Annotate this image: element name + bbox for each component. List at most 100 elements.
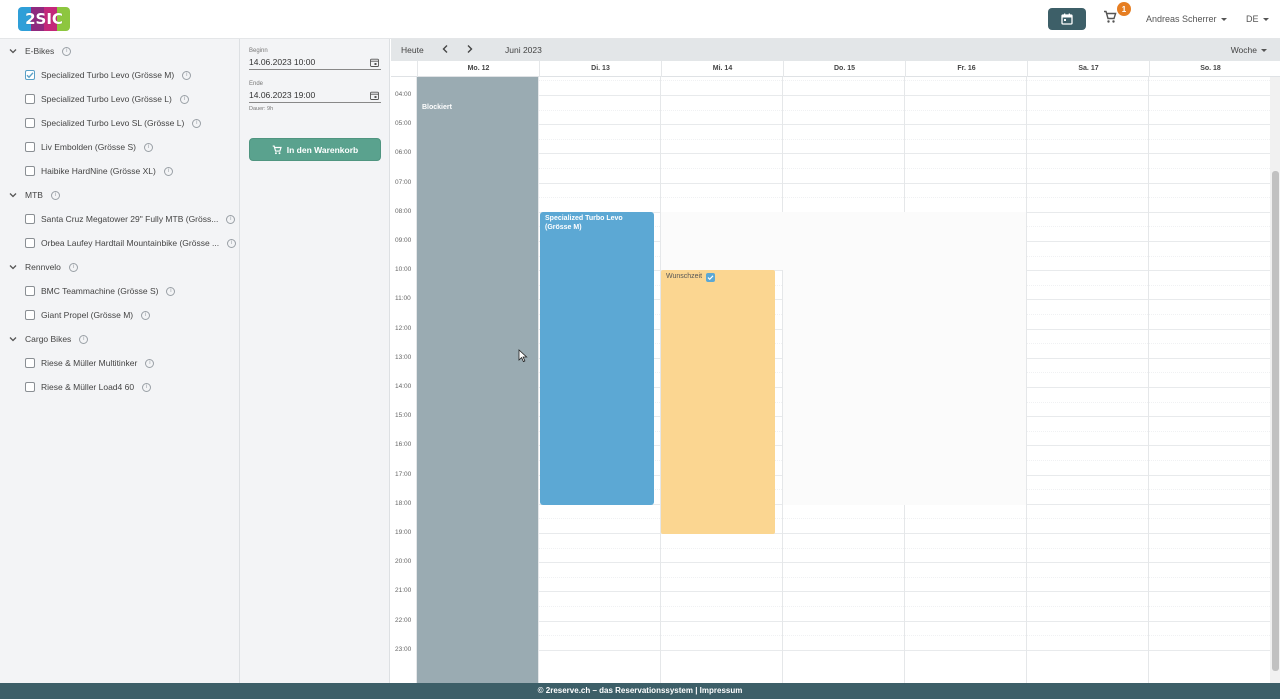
footer: © 2reserve.ch – das Reservationssystem |…: [0, 683, 1280, 699]
checkbox[interactable]: [25, 310, 35, 320]
tree-group-label: E-Bikes: [25, 46, 55, 56]
info-icon[interactable]: i: [182, 70, 192, 80]
tree-item[interactable]: Giant Propel (Grösse M) i: [25, 307, 151, 323]
tree-item[interactable]: Riese & Müller Load4 60 i: [25, 379, 152, 395]
tree-group-label: Rennvelo: [25, 262, 61, 272]
hour-label: 13:00: [395, 353, 412, 361]
info-icon[interactable]: i: [62, 46, 72, 56]
available-slot[interactable]: [783, 212, 1026, 505]
checkbox[interactable]: [25, 118, 35, 128]
info-icon[interactable]: i: [143, 142, 153, 152]
checkbox[interactable]: [25, 214, 35, 224]
hour-label: 08:00: [395, 207, 412, 215]
chevron-down-icon: [1220, 18, 1227, 22]
add-to-cart-label: In den Warenkorb: [286, 144, 359, 155]
chevron-right-icon[interactable]: [465, 44, 474, 54]
tree-item[interactable]: Riese & Müller Multitinker i: [25, 355, 155, 371]
info-icon[interactable]: i: [226, 214, 236, 224]
tree-item[interactable]: Specialized Turbo Levo (Grösse L) i: [25, 91, 189, 107]
wish-time-label: Wunschzeit: [666, 273, 703, 280]
tree-item[interactable]: BMC Teammachine (Grösse S) i: [25, 283, 176, 299]
calendar-icon[interactable]: [370, 58, 379, 67]
tree-item[interactable]: Haibike HardNine (Grösse XL) i: [25, 163, 173, 179]
calendar-scrollbar[interactable]: [1270, 77, 1280, 683]
tree-item-label: Riese & Müller Multitinker: [41, 358, 138, 368]
info-icon[interactable]: i: [166, 286, 176, 296]
info-icon[interactable]: i: [79, 334, 89, 344]
user-menu[interactable]: Andreas Scherrer: [1146, 14, 1227, 24]
half-hour-line: [416, 168, 1270, 169]
language-menu[interactable]: DE: [1246, 14, 1269, 24]
hour-label: 18:00: [395, 499, 412, 507]
tree-item[interactable]: Specialized Turbo Levo SL (Grösse L) i: [25, 115, 202, 131]
checkbox[interactable]: [25, 286, 35, 296]
logo-text: 2SIC: [25, 10, 63, 28]
tree-group-label: Cargo Bikes: [25, 334, 72, 344]
view-selector[interactable]: Woche: [1231, 45, 1267, 55]
tree-item[interactable]: Orbea Laufey Hardtail Mountainbike (Grös…: [25, 235, 237, 251]
checkbox[interactable]: [25, 94, 35, 104]
checkbox[interactable]: [25, 70, 35, 80]
info-icon[interactable]: i: [142, 382, 152, 392]
checkbox[interactable]: [25, 166, 35, 176]
calendar-view-button[interactable]: [1048, 8, 1086, 30]
checkbox[interactable]: [25, 238, 35, 248]
chevron-left-icon[interactable]: [441, 44, 450, 54]
hour-label: 17:00: [395, 470, 412, 478]
day-header-cell: Di. 13: [539, 61, 661, 77]
begin-field[interactable]: 14.06.2023 10:00: [249, 57, 381, 70]
hour-label: 09:00: [395, 237, 412, 244]
chevron-down-icon: [1262, 18, 1269, 22]
info-icon[interactable]: i: [50, 190, 60, 200]
half-hour-line: [416, 518, 1270, 520]
chevron-down-icon[interactable]: [9, 191, 17, 199]
app-logo[interactable]: 2SIC: [18, 7, 70, 31]
checkbox[interactable]: [25, 358, 35, 368]
checkbox[interactable]: [25, 382, 35, 392]
cart-button[interactable]: [1103, 10, 1119, 28]
duration-text: Dauer: 9h: [249, 106, 274, 112]
info-icon[interactable]: i: [145, 358, 155, 368]
calendar-icon[interactable]: [370, 91, 379, 100]
info-icon[interactable]: i: [179, 94, 189, 104]
half-hour-line: [416, 80, 1270, 82]
scroll-thumb[interactable]: [1272, 171, 1279, 671]
day-header: Mo. 12 Di. 13 Mi. 14 Do. 15 Fr. 16 Sa. 17 So. …: [391, 61, 1280, 77]
chevron-down-icon[interactable]: [9, 263, 17, 271]
half-hour-line: [416, 138, 1270, 140]
chevron-down-icon[interactable]: [9, 47, 17, 55]
half-hour-line: [416, 635, 1270, 637]
wish-time-event[interactable]: Wunschzeit: [661, 270, 775, 534]
hour-label: 11:00: [395, 295, 411, 303]
add-to-cart-button[interactable]: In den Warenkorb: [249, 138, 381, 161]
tree-item-label: Orbea Laufey Hardtail Mountainbike (Grös…: [41, 238, 220, 248]
tree-group[interactable]: Cargo Bikes i: [9, 331, 89, 347]
chevron-down-icon[interactable]: [9, 335, 17, 343]
info-icon[interactable]: i: [163, 166, 173, 176]
begin-label: Beginn: [249, 48, 268, 54]
cart-icon: [1104, 10, 1117, 23]
blocked-day: [417, 77, 538, 683]
hour-line: [416, 533, 1270, 534]
half-hour-line: [416, 109, 1270, 111]
mouse-cursor-icon: [518, 349, 528, 363]
tree-item[interactable]: Santa Cruz Megatower 29" Fully MTB (Grös…: [25, 211, 236, 227]
half-hour-line: [416, 576, 1270, 578]
info-icon[interactable]: i: [192, 118, 202, 128]
info-icon[interactable]: i: [141, 310, 151, 320]
booking-event[interactable]: Specialized Turbo Levo (Grösse M): [540, 212, 654, 505]
tree-group[interactable]: E-Bikes i: [9, 43, 72, 59]
tree-item[interactable]: Liv Embolden (Grösse S) i: [25, 139, 153, 155]
top-header: 2SIC 1 Andreas Scherrer DE: [0, 0, 1280, 39]
tree-group[interactable]: MTB i: [9, 187, 60, 203]
tree-item[interactable]: Specialized Turbo Levo (Grösse M) i: [25, 67, 192, 83]
tree-group[interactable]: Rennvelo i: [9, 259, 78, 275]
checkbox[interactable]: [25, 142, 35, 152]
tree-group-label: MTB: [25, 190, 43, 200]
hour-label: 04:00: [395, 91, 412, 98]
info-icon[interactable]: i: [227, 238, 237, 248]
info-icon[interactable]: i: [68, 262, 78, 272]
end-field[interactable]: 14.06.2023 19:00: [249, 90, 381, 103]
available-slot[interactable]: [661, 212, 783, 270]
today-button[interactable]: Heute: [401, 45, 424, 55]
